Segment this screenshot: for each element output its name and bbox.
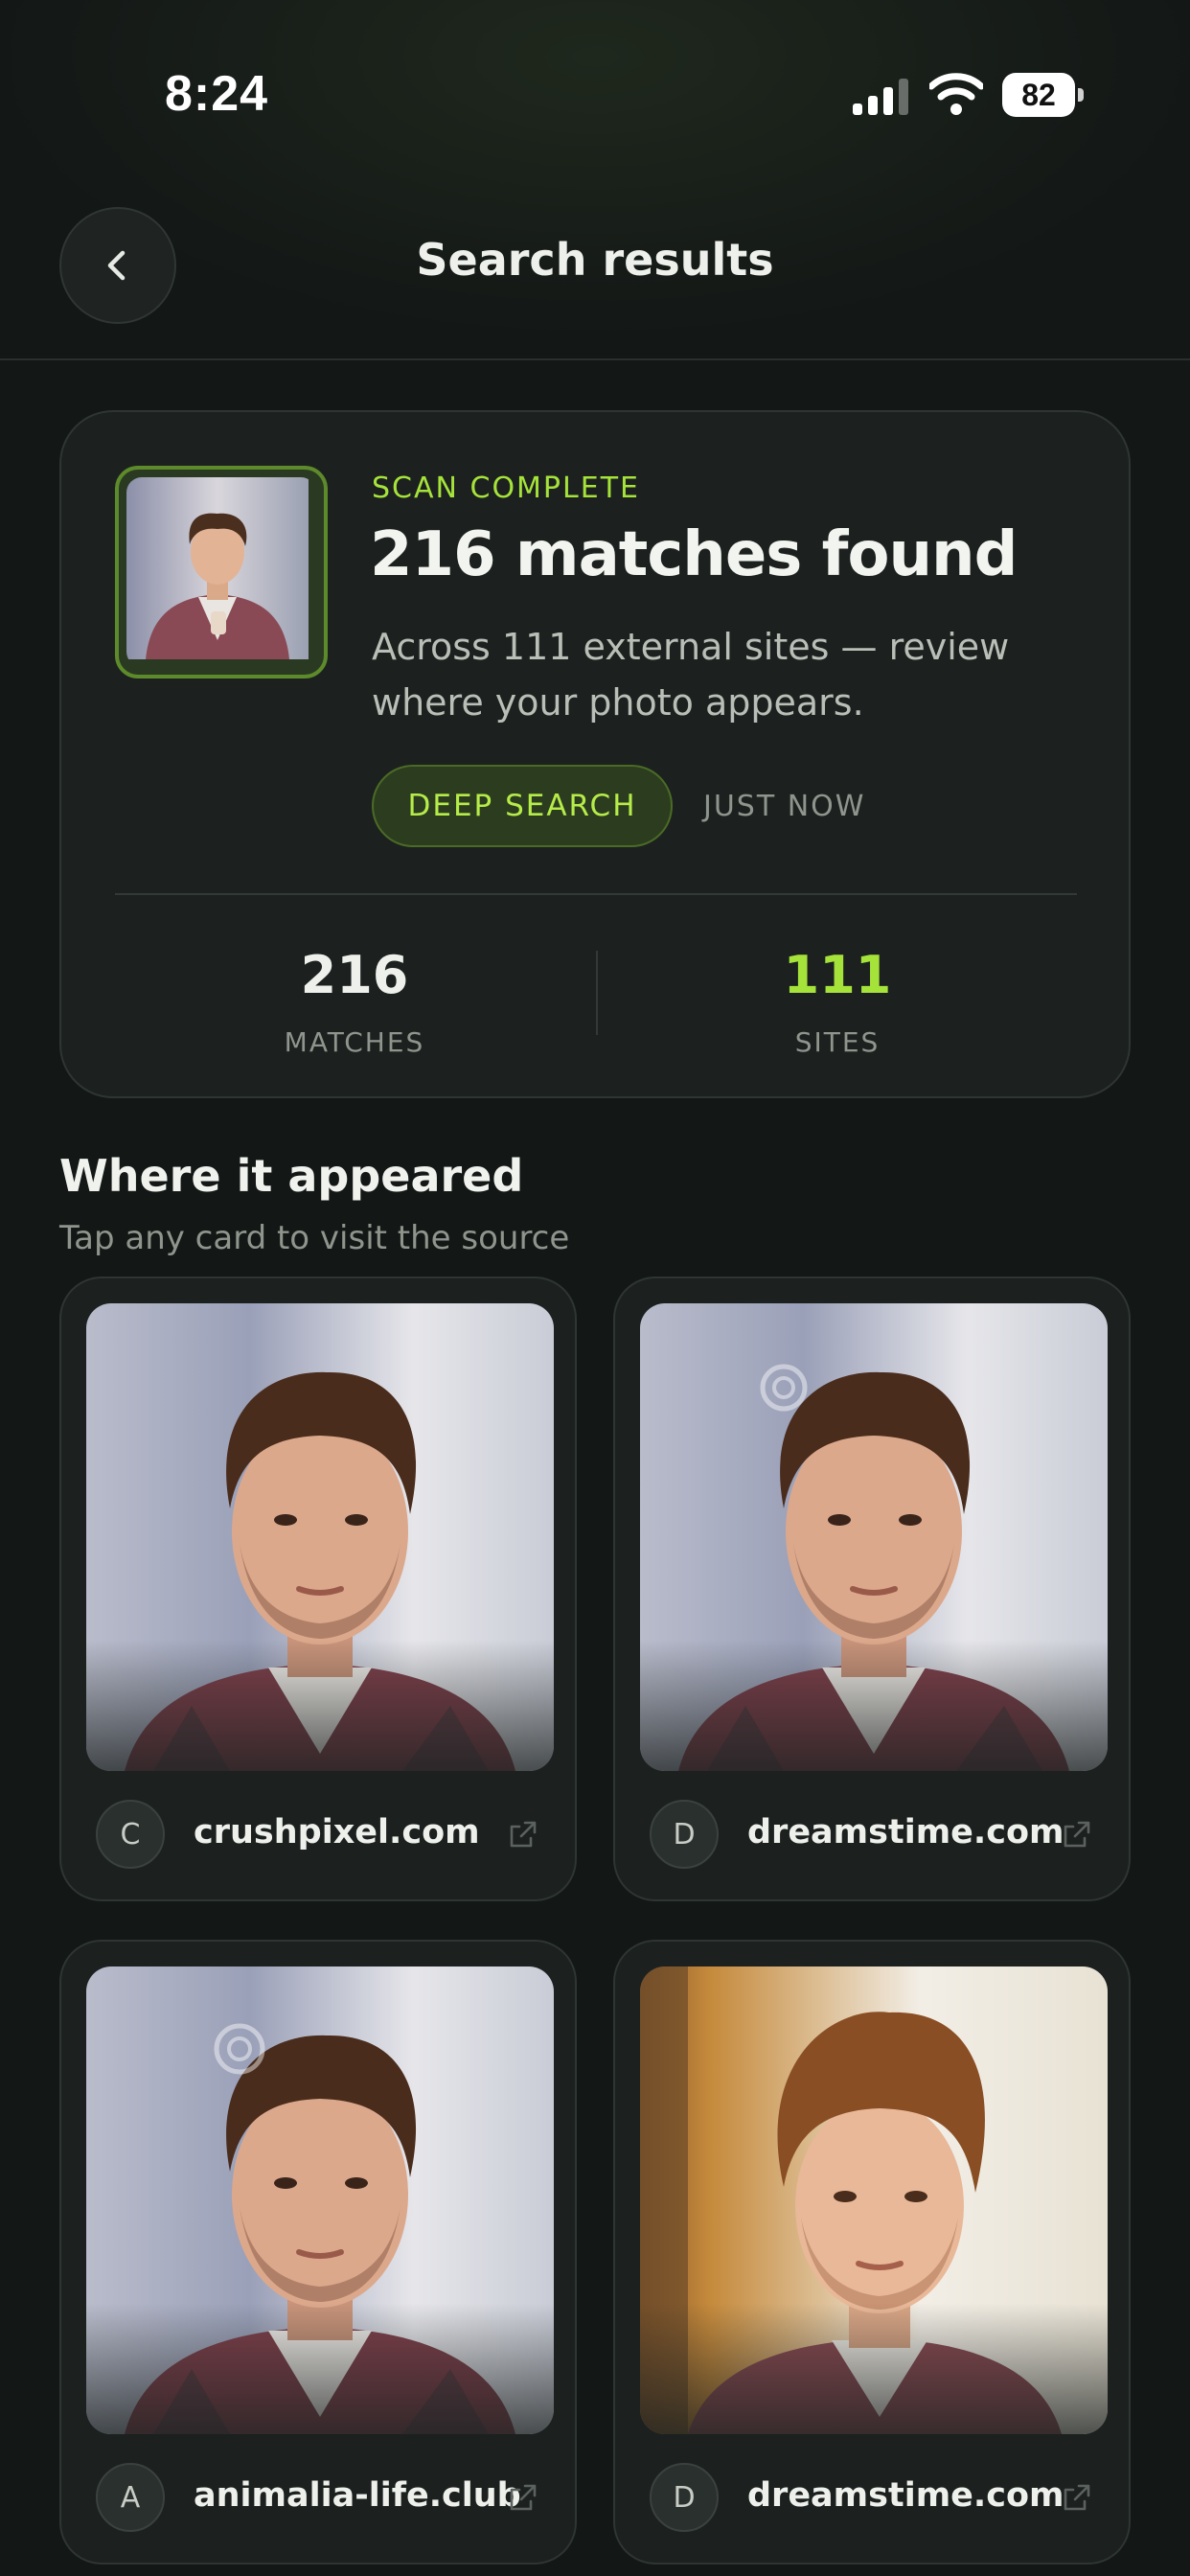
page-title: Search results bbox=[416, 234, 774, 286]
uploaded-photo-thumbnail bbox=[115, 466, 328, 678]
source-initial-badge: A bbox=[96, 2463, 165, 2532]
section-subtitle: Tap any card to visit the source bbox=[59, 1219, 570, 1257]
scan-time-label: JUST NOW bbox=[703, 790, 866, 823]
matches-heading: 216 matches found bbox=[370, 519, 1018, 590]
source-initial-badge: D bbox=[650, 2463, 719, 2532]
source-row: A animalia-life.club bbox=[86, 2448, 554, 2540]
sites-stat: 111 SITES bbox=[598, 945, 1077, 1058]
source-initial-badge: C bbox=[96, 1800, 165, 1869]
result-image bbox=[86, 1303, 554, 1771]
header-bar: Search results bbox=[0, 192, 1190, 360]
scan-status-label: SCAN COMPLETE bbox=[372, 472, 640, 505]
source-domain: dreamstime.com bbox=[747, 2476, 1064, 2515]
result-image bbox=[640, 1303, 1108, 1771]
deep-search-badge: DEEP SEARCH bbox=[372, 765, 673, 847]
source-row: D dreamstime.com bbox=[640, 1784, 1108, 1876]
battery-level: 82 bbox=[1021, 78, 1056, 112]
source-domain: animalia-life.club bbox=[194, 2476, 521, 2515]
external-link-icon[interactable] bbox=[508, 1819, 538, 1850]
search-results-screen: 8:24 82 Search results SCAN COMPLETE 216… bbox=[0, 0, 1190, 2576]
result-image bbox=[86, 1966, 554, 2434]
source-domain: dreamstime.com bbox=[747, 1813, 1064, 1852]
matches-stat: 216 MATCHES bbox=[115, 945, 594, 1058]
external-link-icon[interactable] bbox=[1062, 2482, 1092, 2513]
source-row: C crushpixel.com bbox=[86, 1784, 554, 1876]
source-row: D dreamstime.com bbox=[640, 2448, 1108, 2540]
result-card[interactable]: A animalia-life.club bbox=[59, 1940, 577, 2564]
status-time: 8:24 bbox=[165, 66, 269, 122]
summary-description: Across 111 external sites — review where… bbox=[372, 626, 1010, 724]
divider bbox=[115, 893, 1077, 895]
source-initial-badge: D bbox=[650, 1800, 719, 1869]
sites-count: 111 bbox=[783, 945, 892, 1005]
source-domain: crushpixel.com bbox=[194, 1813, 480, 1852]
battery-icon: 82 bbox=[1002, 73, 1085, 117]
section-title: Where it appeared bbox=[59, 1150, 524, 1202]
external-link-icon[interactable] bbox=[508, 2482, 538, 2513]
scan-summary-card: SCAN COMPLETE 216 matches found Across 1… bbox=[59, 410, 1131, 1098]
matches-label: MATCHES bbox=[284, 1026, 425, 1058]
matches-count: 216 bbox=[300, 945, 409, 1005]
external-link-icon[interactable] bbox=[1062, 1819, 1092, 1850]
result-image bbox=[640, 1966, 1108, 2434]
result-card[interactable]: C crushpixel.com bbox=[59, 1276, 577, 1901]
status-bar: 8:24 82 bbox=[0, 0, 1190, 192]
wifi-icon bbox=[929, 73, 983, 115]
cellular-signal-icon bbox=[853, 79, 908, 115]
result-card[interactable]: D dreamstime.com bbox=[613, 1940, 1131, 2564]
result-card[interactable]: D dreamstime.com bbox=[613, 1276, 1131, 1901]
sites-label: SITES bbox=[794, 1026, 881, 1058]
portrait-photo bbox=[126, 477, 309, 659]
